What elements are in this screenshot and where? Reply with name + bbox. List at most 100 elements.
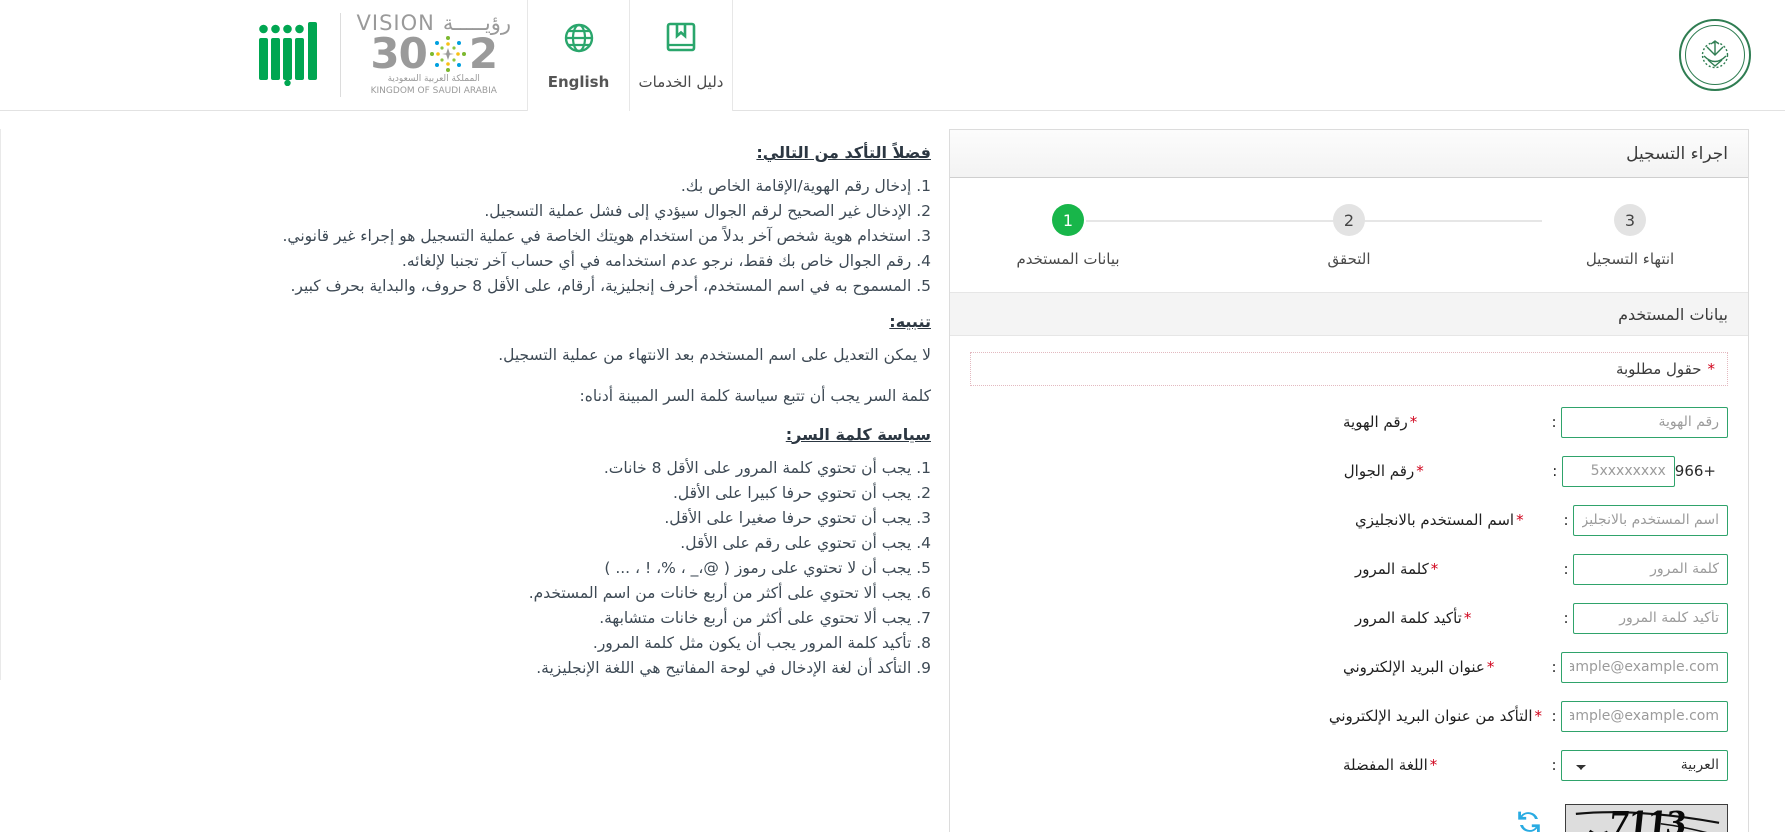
required-marker: * xyxy=(1430,560,1439,578)
language-switch-button[interactable]: English xyxy=(527,0,630,111)
required-note-label: حقول مطلوبة xyxy=(1615,360,1702,378)
header-tools: دليل الخدمات English xyxy=(527,0,733,111)
panel-header: اجراء التسجيل xyxy=(950,130,1748,178)
field-control-preferred-language: العربية xyxy=(1561,749,1728,781)
language-switch-label: English xyxy=(547,73,610,91)
label-text: كلمة المرور xyxy=(1355,560,1429,578)
list-item: يجب أن تحتوي حرفا صغيرا على الأقل. xyxy=(664,508,912,527)
field-row-email: : *عنوان البريد الإلكتروني xyxy=(970,647,1728,687)
field-colon: : xyxy=(1551,707,1557,725)
mobile-number-input[interactable] xyxy=(1561,455,1675,487)
list-item: استخدام هوية شخص آخر بدلاً من استخدام هو… xyxy=(282,227,912,246)
note-paragraph: كلمة السر يجب أن تتبع سياسة كلمة السر ال… xyxy=(579,386,931,405)
label-text: عنوان البريد الإلكتروني xyxy=(1343,658,1485,676)
label-text: رقم الجوال xyxy=(1343,462,1415,480)
vision-subtitle-ar: المملكة العربية السعودية xyxy=(387,74,480,85)
password-input[interactable] xyxy=(1573,553,1728,585)
label-text: رقم الهوية xyxy=(1343,413,1408,431)
refresh-icon xyxy=(1515,808,1543,832)
field-colon: : xyxy=(1563,560,1569,578)
list-item: يجب أن تحتوي حرفا كبيرا على الأقل. xyxy=(672,483,912,502)
field-colon: : xyxy=(1551,658,1557,676)
note-heading: تنبيه: xyxy=(889,312,931,332)
step-1-number: 1 xyxy=(1052,204,1084,236)
required-marker: * xyxy=(1463,609,1472,627)
services-guide-button[interactable]: دليل الخدمات xyxy=(630,0,733,111)
list-item: رقم الجوال خاص بك فقط، نرجو عدم استخدامه… xyxy=(401,252,912,271)
username-en-input[interactable] xyxy=(1573,504,1728,536)
services-guide-label: دليل الخدمات xyxy=(638,73,724,91)
field-control-mobile-number: +966 xyxy=(1561,455,1728,487)
label-mobile-number: *رقم الجوال xyxy=(1336,462,1548,480)
vision-subtitle-en: KINGDOM OF SAUDI ARABIA xyxy=(370,85,497,96)
label-national-id: *رقم الهوية xyxy=(1335,413,1547,431)
field-colon: : xyxy=(1551,756,1557,774)
step-1-label: بيانات المستخدم xyxy=(1016,250,1120,268)
vision-2030-logo: رؤيـــــة VISION 2 30 المملكة العربية ال… xyxy=(339,13,527,97)
country-code-label: +966 xyxy=(1674,462,1716,480)
vision-year-right: 30 xyxy=(370,29,427,79)
step-3-completion[interactable]: 3 انتهاء التسجيل xyxy=(1542,204,1718,268)
required-marker: * xyxy=(1429,756,1438,774)
password-policy-list: يجب أن تحتوي كلمة المرور على الأقل 8 خان… xyxy=(47,456,931,680)
label-text: تأكيد كلمة المرور xyxy=(1355,609,1462,627)
list-item: يجب ألا تحتوي على أكثر من أربع خانات من … xyxy=(528,583,912,602)
field-control-email xyxy=(1561,651,1728,683)
field-colon: : xyxy=(1552,462,1558,480)
national-id-input[interactable] xyxy=(1561,406,1728,438)
confirm-heading: فضلاً التأكد من التالي: xyxy=(756,143,931,162)
label-email: *عنوان البريد الإلكتروني xyxy=(1335,658,1547,676)
step-3-label: انتهاء التسجيل xyxy=(1585,250,1675,268)
registration-form: : *رقم الهوية +966 : *رقم الجوال xyxy=(950,386,1748,785)
field-control-national-id xyxy=(1561,406,1728,438)
step-2-number: 2 xyxy=(1333,204,1365,236)
list-item: المسموح به في اسم المستخدم، أحرف إنجليزي… xyxy=(290,277,912,296)
email-input[interactable] xyxy=(1561,651,1728,683)
list-item: يجب أن تحتوي على رقم على الأقل. xyxy=(680,533,912,552)
field-control-username-en xyxy=(1573,504,1728,536)
globe-icon xyxy=(561,20,597,60)
refresh-captcha-button[interactable] xyxy=(1515,808,1543,832)
label-password: *كلمة المرور xyxy=(1347,560,1559,578)
field-row-national-id: : *رقم الهوية xyxy=(970,402,1728,442)
step-2-verification[interactable]: 2 التحقق xyxy=(1261,204,1437,268)
field-colon: : xyxy=(1551,413,1557,431)
page-title: اجراء التسجيل xyxy=(1626,143,1728,164)
required-marker: * xyxy=(1534,707,1543,725)
label-text: اسم المستخدم بالانجليزي xyxy=(1355,511,1515,529)
list-item: الإدخال غير الصحيح لرقم الجوال سيؤدي إلى… xyxy=(484,202,912,221)
instructions-panel: فضلاً التأكد من التالي: إدخال رقم الهوية… xyxy=(0,129,971,680)
step-2-label: التحقق xyxy=(1327,250,1371,268)
vision-burst-icon xyxy=(428,34,468,74)
field-colon: : xyxy=(1563,609,1569,627)
confirm-list: إدخال رقم الهوية/الإقامة الخاص بك. الإدخ… xyxy=(47,174,931,298)
label-confirm-password: *تأكيد كلمة المرور xyxy=(1347,609,1559,627)
label-username-en: *اسم المستخدم بالانجليزي xyxy=(1347,511,1559,529)
step-1-user-data[interactable]: 1 بيانات المستخدم xyxy=(980,204,1156,268)
list-item: تأكيد كلمة المرور يجب أن يكون مثل كلمة ا… xyxy=(592,633,912,652)
list-item: التأكد أن لغة الإدخال في لوحة المفاتيح ه… xyxy=(536,658,912,677)
required-marker: * xyxy=(1409,413,1418,431)
field-row-confirm-email: : *التأكد من عنوان البريد الإلكتروني xyxy=(970,696,1728,736)
book-icon xyxy=(663,20,699,60)
list-item: يجب أن لا تحتوي على رموز ( @،_ ، %، ! ، … xyxy=(604,558,912,577)
header-brand: رؤيـــــة VISION 2 30 المملكة العربية ال… xyxy=(0,0,527,110)
required-fields-note: * حقول مطلوبة xyxy=(970,352,1728,386)
field-colon: : xyxy=(1563,511,1569,529)
required-marker: * xyxy=(1486,658,1495,676)
preferred-language-select[interactable]: العربية xyxy=(1561,749,1728,781)
stepper-wrapper: 1 بيانات المستخدم 2 التحقق 3 انتهاء التس… xyxy=(950,178,1748,278)
label-preferred-language: *اللغة المفضلة xyxy=(1335,756,1547,774)
confirm-password-input[interactable] xyxy=(1573,602,1728,634)
confirm-email-input[interactable] xyxy=(1561,700,1728,732)
section-title: بيانات المستخدم xyxy=(1618,304,1728,324)
field-control-confirm-password xyxy=(1573,602,1728,634)
field-control-password xyxy=(1573,553,1728,585)
ministry-of-interior-seal-icon xyxy=(1679,19,1751,91)
field-row-preferred-language: العربية : *اللغة المفضلة xyxy=(970,745,1728,785)
required-marker: * xyxy=(1516,511,1524,529)
field-control-confirm-email xyxy=(1561,700,1728,732)
captcha-image: 7113 xyxy=(1565,804,1728,832)
label-text: التأكد من عنوان البريد الإلكتروني xyxy=(1328,707,1533,725)
field-row-confirm-password: : *تأكيد كلمة المرور xyxy=(970,598,1728,638)
